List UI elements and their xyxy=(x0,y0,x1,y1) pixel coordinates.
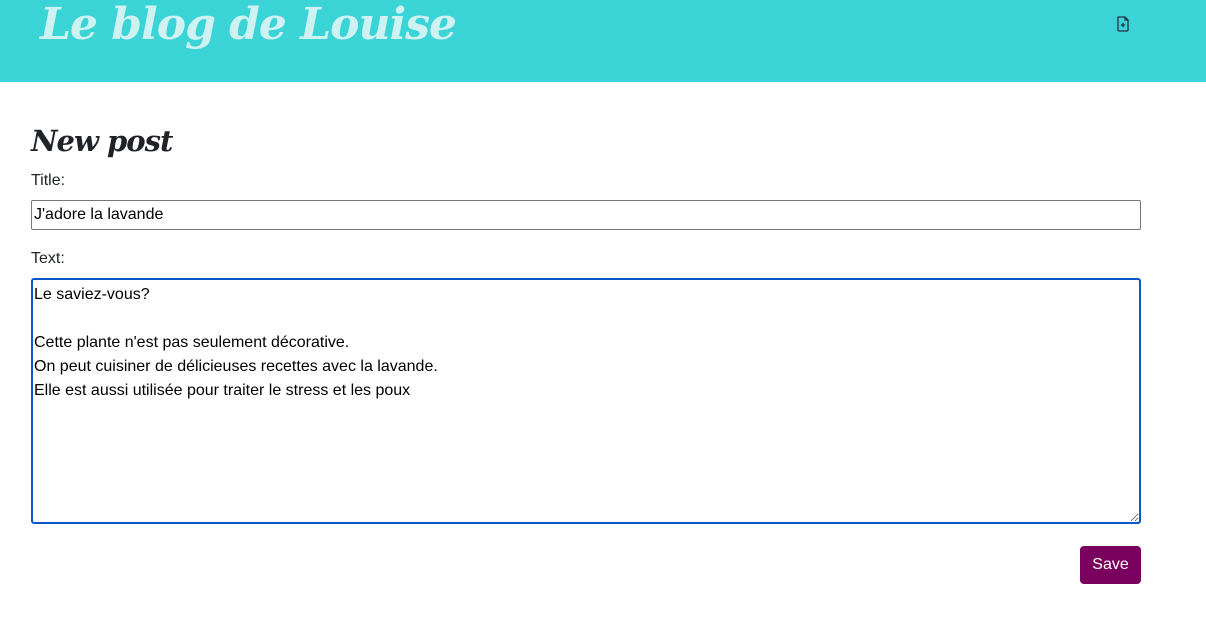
page-title: New post xyxy=(31,124,173,158)
site-header: Le blog de Louise xyxy=(0,0,1206,82)
save-button[interactable]: Save xyxy=(1080,546,1141,584)
new-post-link[interactable] xyxy=(1113,15,1133,37)
file-plus-icon xyxy=(1116,15,1130,37)
text-textarea[interactable]: Le saviez-vous? Cette plante n'est pas s… xyxy=(31,278,1141,524)
text-label: Text: xyxy=(31,250,65,267)
title-input[interactable] xyxy=(31,200,1141,230)
title-label: Title: xyxy=(31,172,66,189)
site-title-link[interactable]: Le blog de Louise xyxy=(40,0,457,58)
